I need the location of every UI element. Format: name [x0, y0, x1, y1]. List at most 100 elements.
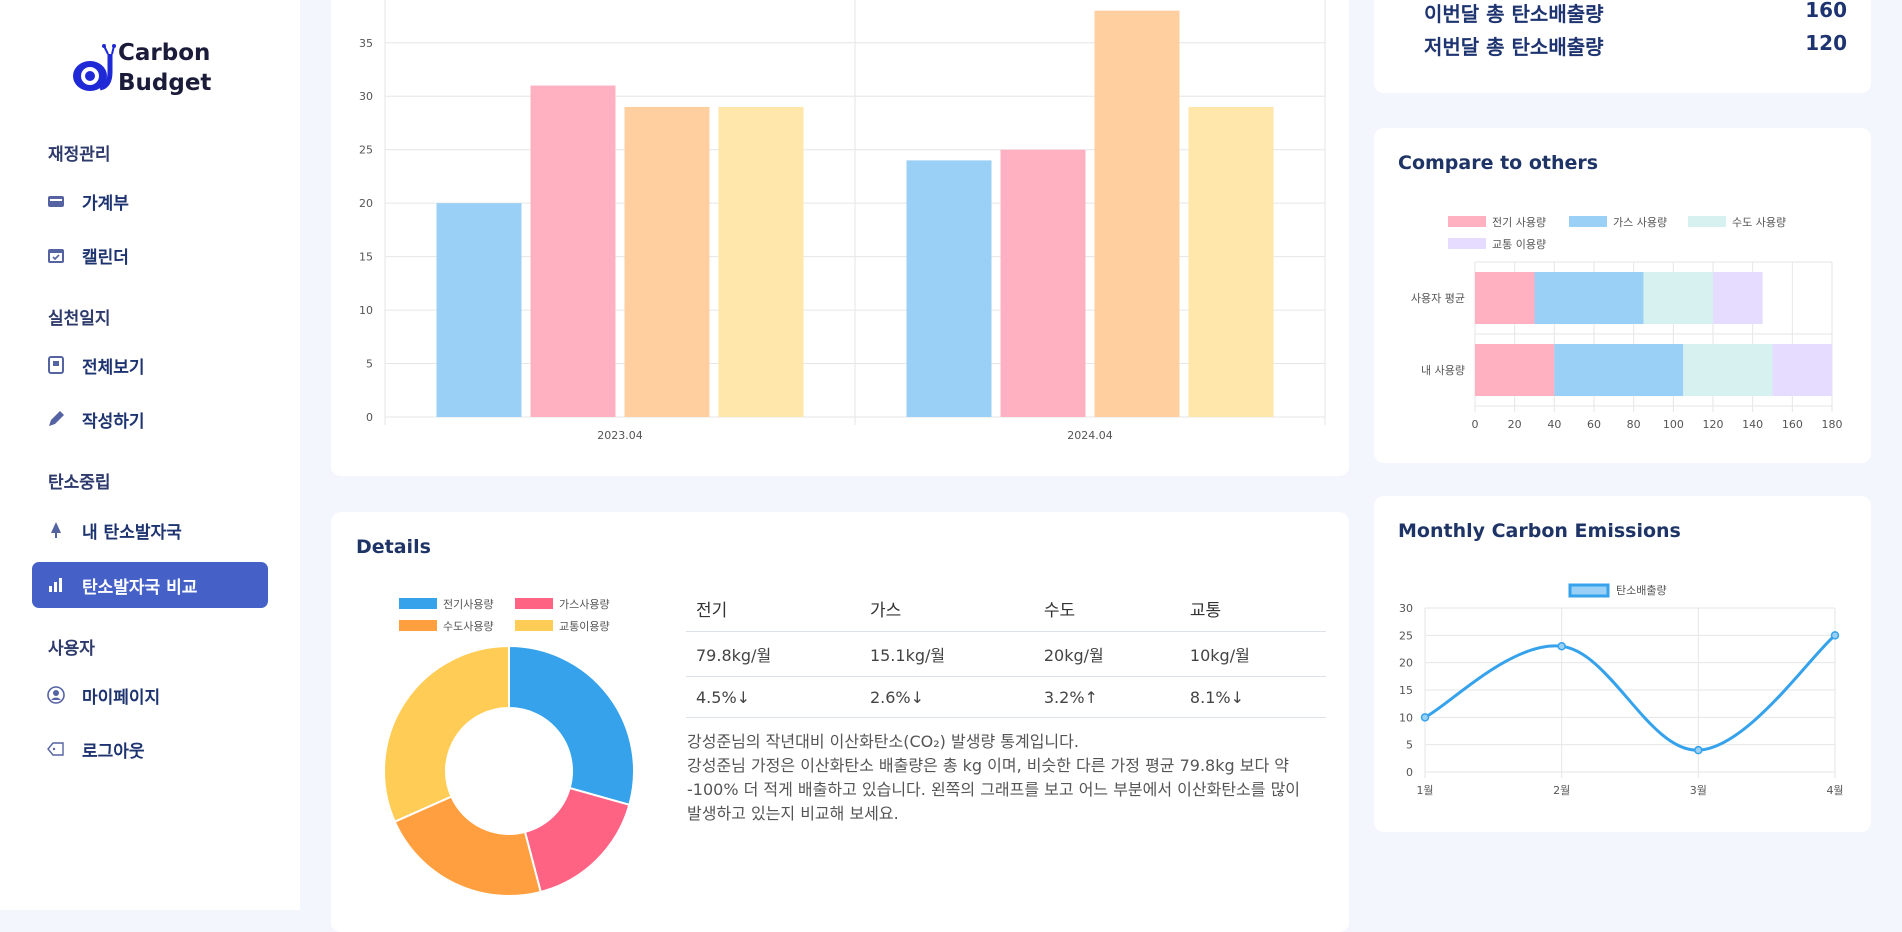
x-tick-label: 100 — [1663, 418, 1684, 431]
bar-segment — [1534, 272, 1644, 324]
monthly-card: Monthly Carbon Emissions 탄소배출량 0 5 10 15 20 25… — [1374, 496, 1871, 832]
details-donut-chart: 전기사용량 가스사용량수도사용량 교통이용량 — [383, 598, 635, 897]
pen-icon — [47, 410, 65, 428]
bar-chart-card: 0 5 10 15 20 25 30 35 2023.04 2024.04 — [331, 0, 1349, 476]
x-tick-label: 4월 — [1826, 784, 1843, 797]
donut-slice — [383, 644, 510, 823]
sidebar-item-label: 내 탄소발자국 — [82, 522, 182, 543]
x-tick-label: 2월 — [1553, 784, 1570, 797]
tree-icon — [47, 521, 65, 539]
table-cell: 15.1kg/월 — [859, 631, 1034, 677]
bar-segment — [1643, 272, 1713, 324]
data-point — [1420, 713, 1430, 722]
y-tick-label: 0 — [366, 411, 373, 424]
sidebar-item-calendar[interactable]: 캘린더 — [32, 232, 268, 278]
bar-segment — [1683, 344, 1773, 396]
legend-swatch — [1448, 238, 1486, 249]
table-cell: 3.2%↑ — [1033, 676, 1180, 718]
bar-segment — [1554, 344, 1684, 396]
header-electric: 전기 — [686, 586, 860, 632]
sidebar-item-view-all[interactable]: 전체보기 — [32, 342, 268, 388]
sidebar-item-label: 가계부 — [82, 193, 129, 214]
legend-label: 교통 이용량 — [1492, 238, 1546, 251]
monthly-title: Monthly Carbon Emissions — [1398, 520, 1681, 542]
header-transport: 교통 — [1179, 586, 1326, 632]
x-tick-label: 180 — [1822, 418, 1843, 431]
description-line-2: 강성준님 가정은 이산화탄소 배출량은 총 kg 이며, 비슷한 다른 가정 평… — [687, 756, 1301, 823]
bar-segment — [1772, 344, 1832, 396]
y-tick-label: 30 — [359, 90, 373, 103]
this-month-value: 160 — [1805, 0, 1847, 22]
section-diary: 실천일지 — [48, 309, 111, 329]
snail-logo-icon — [73, 44, 116, 91]
x-tick-label: 20 — [1508, 418, 1522, 431]
legend-swatch — [515, 598, 553, 609]
header-gas: 가스 — [859, 586, 1034, 632]
x-tick-label: 140 — [1742, 418, 1763, 431]
compare-title: Compare to others — [1398, 152, 1599, 174]
legend-swatch — [1568, 583, 1610, 598]
sidebar-item-footprint-compare[interactable]: 탄소발자국 비교 — [32, 562, 268, 608]
sidebar-item-label: 탄소발자국 비교 — [82, 577, 198, 598]
sidebar-item-my-footprint[interactable]: 내 탄소발자국 — [32, 507, 268, 553]
bar — [530, 85, 616, 418]
brand-logo[interactable]: Carbon Budget — [70, 38, 211, 98]
last-month-value: 120 — [1805, 31, 1847, 55]
details-table: 전기 가스 수도 교통 79.8kg/월 15.1kg/월 20kg/월 10k… — [686, 586, 1326, 718]
sidebar-item-label: 로그아웃 — [82, 741, 145, 762]
legend-swatch — [515, 620, 553, 631]
sidebar-item-logout[interactable]: 로그아웃 — [32, 726, 268, 772]
bar — [718, 106, 804, 417]
y-tick-label: 20 — [359, 197, 373, 210]
sidebar-item-write[interactable]: 작성하기 — [32, 396, 268, 442]
brand-line1: Carbon — [118, 40, 211, 66]
bar-segment — [1713, 272, 1763, 324]
sidebar-item-mypage[interactable]: 마이페이지 — [32, 672, 268, 718]
data-point — [1694, 745, 1703, 755]
table-cell: 8.1%↓ — [1179, 676, 1326, 718]
y-tick-label: 20 — [1399, 657, 1413, 670]
year-compare-bar-chart: 0 5 10 15 20 25 30 35 2023.04 2024.04 — [359, 0, 1326, 442]
table-header-row: 전기 가스 수도 교통 — [686, 586, 1326, 632]
x-tick-label: 160 — [1782, 418, 1803, 431]
table-cell: 20kg/월 — [1033, 631, 1180, 677]
legend-swatch — [1688, 216, 1726, 227]
details-card: Details 전기사용량 가스사용량 수도사용량 교통이용량 — [331, 512, 1349, 932]
y-tick-label: 10 — [359, 304, 373, 317]
compare-card: Compare to others 전기 사용량 가스 사용량 수도 사용량 교통 이… — [1374, 128, 1871, 463]
y-tick-label: 5 — [1406, 739, 1413, 752]
bar — [624, 106, 710, 417]
legend-label: 가스사용량 — [559, 598, 610, 611]
legend-label: 교통이용량 — [559, 620, 610, 633]
bar — [906, 160, 992, 417]
bar — [1094, 10, 1180, 417]
table-row: 4.5%↓ 2.6%↓ 3.2%↑ 8.1%↓ — [686, 676, 1326, 718]
bar-segment — [1475, 344, 1555, 396]
last-month-label: 저번달 총 탄소배출량 — [1424, 35, 1604, 59]
y-tick-label: 내 사용량 — [1421, 364, 1465, 377]
logout-icon — [47, 740, 65, 758]
x-tick-label: 0 — [1472, 418, 1479, 431]
this-month-label: 이번달 총 탄소배출량 — [1424, 2, 1604, 26]
y-tick-label: 15 — [359, 251, 373, 264]
data-point — [1830, 631, 1840, 640]
y-tick-label: 0 — [1406, 766, 1413, 779]
bar — [1000, 149, 1086, 417]
sidebar-item-label: 작성하기 — [82, 411, 145, 432]
legend-label: 전기 사용량 — [1492, 216, 1546, 229]
section-user: 사용자 — [48, 639, 95, 659]
sidebar-item-ledger[interactable]: 가계부 — [32, 178, 268, 224]
y-tick-label: 10 — [1399, 711, 1413, 724]
series-line — [1424, 634, 1836, 752]
x-tick-label: 1월 — [1416, 784, 1433, 797]
table-cell: 10kg/월 — [1179, 631, 1326, 677]
legend-swatch — [1569, 216, 1607, 227]
donut-slice — [508, 644, 635, 807]
legend-label: 전기사용량 — [443, 598, 494, 611]
x-tick-label: 80 — [1627, 418, 1641, 431]
table-row: 79.8kg/월 15.1kg/월 20kg/월 10kg/월 — [686, 631, 1326, 677]
legend-label: 탄소배출량 — [1616, 584, 1667, 597]
bar — [436, 203, 522, 417]
x-tick-label: 2024.04 — [1067, 429, 1113, 442]
user-circle-icon — [47, 686, 65, 704]
